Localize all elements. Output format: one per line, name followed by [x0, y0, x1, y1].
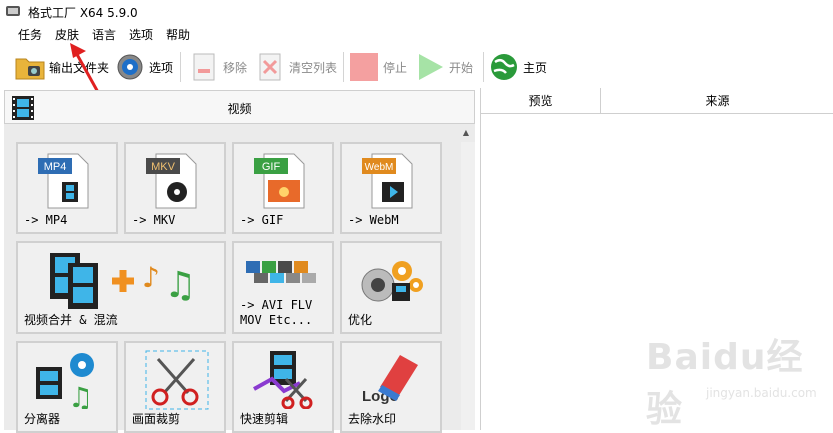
clear-icon — [254, 51, 286, 83]
badge-text: GIF — [262, 161, 281, 173]
tile-label: -> MKV — [132, 213, 176, 227]
menu-options[interactable]: 选项 — [129, 26, 153, 43]
svg-text:♪: ♪ — [142, 261, 160, 294]
category-label: 视频 — [227, 102, 252, 116]
tile-label: 画面裁剪 — [132, 412, 181, 426]
category-video-header[interactable]: 视频 — [4, 90, 475, 124]
baidu-watermark: Baidu经验 jingyan.baidu.com — [646, 328, 833, 432]
home-button[interactable]: 主页 — [488, 50, 547, 84]
merge-video-audio-icon: ♪ ♫ — [50, 253, 196, 309]
tile-label: -> GIF — [240, 213, 284, 227]
watermark-url: jingyan.baidu.com — [706, 386, 817, 400]
start-label: 开始 — [449, 60, 474, 75]
window-title: 格式工厂 X64 5.9.0 — [28, 6, 138, 20]
stop-button[interactable]: 停止 — [348, 50, 407, 84]
toolbar-separator — [180, 52, 181, 82]
tile-splitter[interactable]: ♫ 分离器 — [16, 341, 118, 433]
watermark-brand: Baidu经验 — [646, 337, 804, 430]
tile-quick-clip[interactable]: 快速剪辑 — [232, 341, 334, 433]
gear-icon — [114, 51, 146, 83]
task-list-panel: 预览 来源 Baidu经验 jingyan.baidu.com — [480, 88, 833, 430]
tile-label: 去除水印 — [348, 412, 397, 426]
stop-label: 停止 — [383, 60, 408, 75]
menu-task[interactable]: 任务 — [18, 26, 42, 43]
menu-skin[interactable]: 皮肤 — [55, 26, 79, 43]
tile-label: 优化 — [348, 313, 373, 327]
multi-format-icon — [246, 261, 316, 283]
clear-list-label: 清空列表 — [289, 60, 338, 75]
mp4-file-icon: MP4 — [38, 153, 89, 209]
tile-to-gif[interactable]: GIF -> GIF — [232, 142, 334, 234]
tile-crop[interactable]: 画面裁剪 — [124, 341, 226, 433]
title-bar: 格式工厂 X64 5.9.0 — [0, 0, 833, 22]
webm-file-icon: WebM — [362, 153, 413, 209]
toolbar-separator — [483, 52, 484, 82]
options-button[interactable]: 选项 — [114, 50, 173, 84]
tile-video-merge-mux[interactable]: ♪ ♫ 视频合并 & 混流 — [16, 241, 226, 334]
menu-bar: 任务 皮肤 语言 选项 帮助 — [0, 23, 833, 45]
column-header-source[interactable]: 来源 — [601, 88, 833, 114]
conversion-panel: 视频 ▲ MP4 -> MP4 MKV -> MKV GIF -> GIF We… — [4, 90, 475, 433]
clear-list-button[interactable]: 清空列表 — [254, 50, 337, 84]
column-header-preview[interactable]: 预览 — [481, 88, 601, 114]
gif-file-icon: GIF — [254, 153, 305, 209]
tile-label: -> MP4 — [24, 213, 68, 227]
home-label: 主页 — [523, 60, 548, 75]
badge-text: MP4 — [44, 161, 67, 173]
eraser-logo-icon: Logo — [362, 355, 418, 405]
start-button[interactable]: 开始 — [414, 50, 473, 84]
crop-scissors-icon — [145, 350, 209, 410]
stop-icon — [348, 51, 380, 83]
quick-clip-icon — [253, 351, 313, 409]
menu-help[interactable]: 帮助 — [166, 26, 190, 43]
toolbar: 输出文件夹 选项 移除 清空列表 停止 开始 主页 — [0, 46, 833, 88]
remove-icon — [188, 51, 220, 83]
remove-button[interactable]: 移除 — [188, 50, 247, 84]
svg-text:♫: ♫ — [164, 265, 196, 306]
tile-to-mkv[interactable]: MKV -> MKV — [124, 142, 226, 234]
splitter-icon: ♫ — [36, 353, 94, 409]
tile-avi-flv-mov[interactable]: -> AVI FLV MOV Etc... — [232, 241, 334, 334]
tile-label: 分离器 — [24, 412, 61, 426]
badge-text: WebM — [365, 162, 394, 173]
scroll-up-arrow-icon[interactable]: ▲ — [461, 128, 471, 138]
mkv-file-icon: MKV — [146, 153, 197, 209]
folder-icon — [14, 51, 46, 83]
app-icon — [6, 6, 20, 16]
tile-label: 视频合并 & 混流 — [24, 313, 118, 327]
menu-language[interactable]: 语言 — [92, 26, 116, 43]
optimize-gears-icon — [361, 261, 423, 302]
tile-to-webm[interactable]: WebM -> WebM — [340, 142, 442, 234]
tile-label: -> AVI FLV MOV Etc... — [240, 298, 313, 327]
tile-remove-watermark[interactable]: Logo 去除水印 — [340, 341, 442, 433]
globe-icon — [488, 51, 520, 83]
tile-to-mp4[interactable]: MP4 -> MP4 — [16, 142, 118, 234]
svg-text:♫: ♫ — [68, 381, 93, 409]
tile-label: 快速剪辑 — [240, 412, 289, 426]
remove-label: 移除 — [223, 60, 248, 75]
scrollbar[interactable] — [461, 142, 475, 430]
badge-text: MKV — [151, 161, 176, 173]
tile-optimize[interactable]: 优化 — [340, 241, 442, 334]
tile-label: -> WebM — [348, 213, 399, 227]
play-icon — [414, 51, 446, 83]
options-label: 选项 — [149, 60, 174, 75]
toolbar-separator — [343, 52, 344, 82]
